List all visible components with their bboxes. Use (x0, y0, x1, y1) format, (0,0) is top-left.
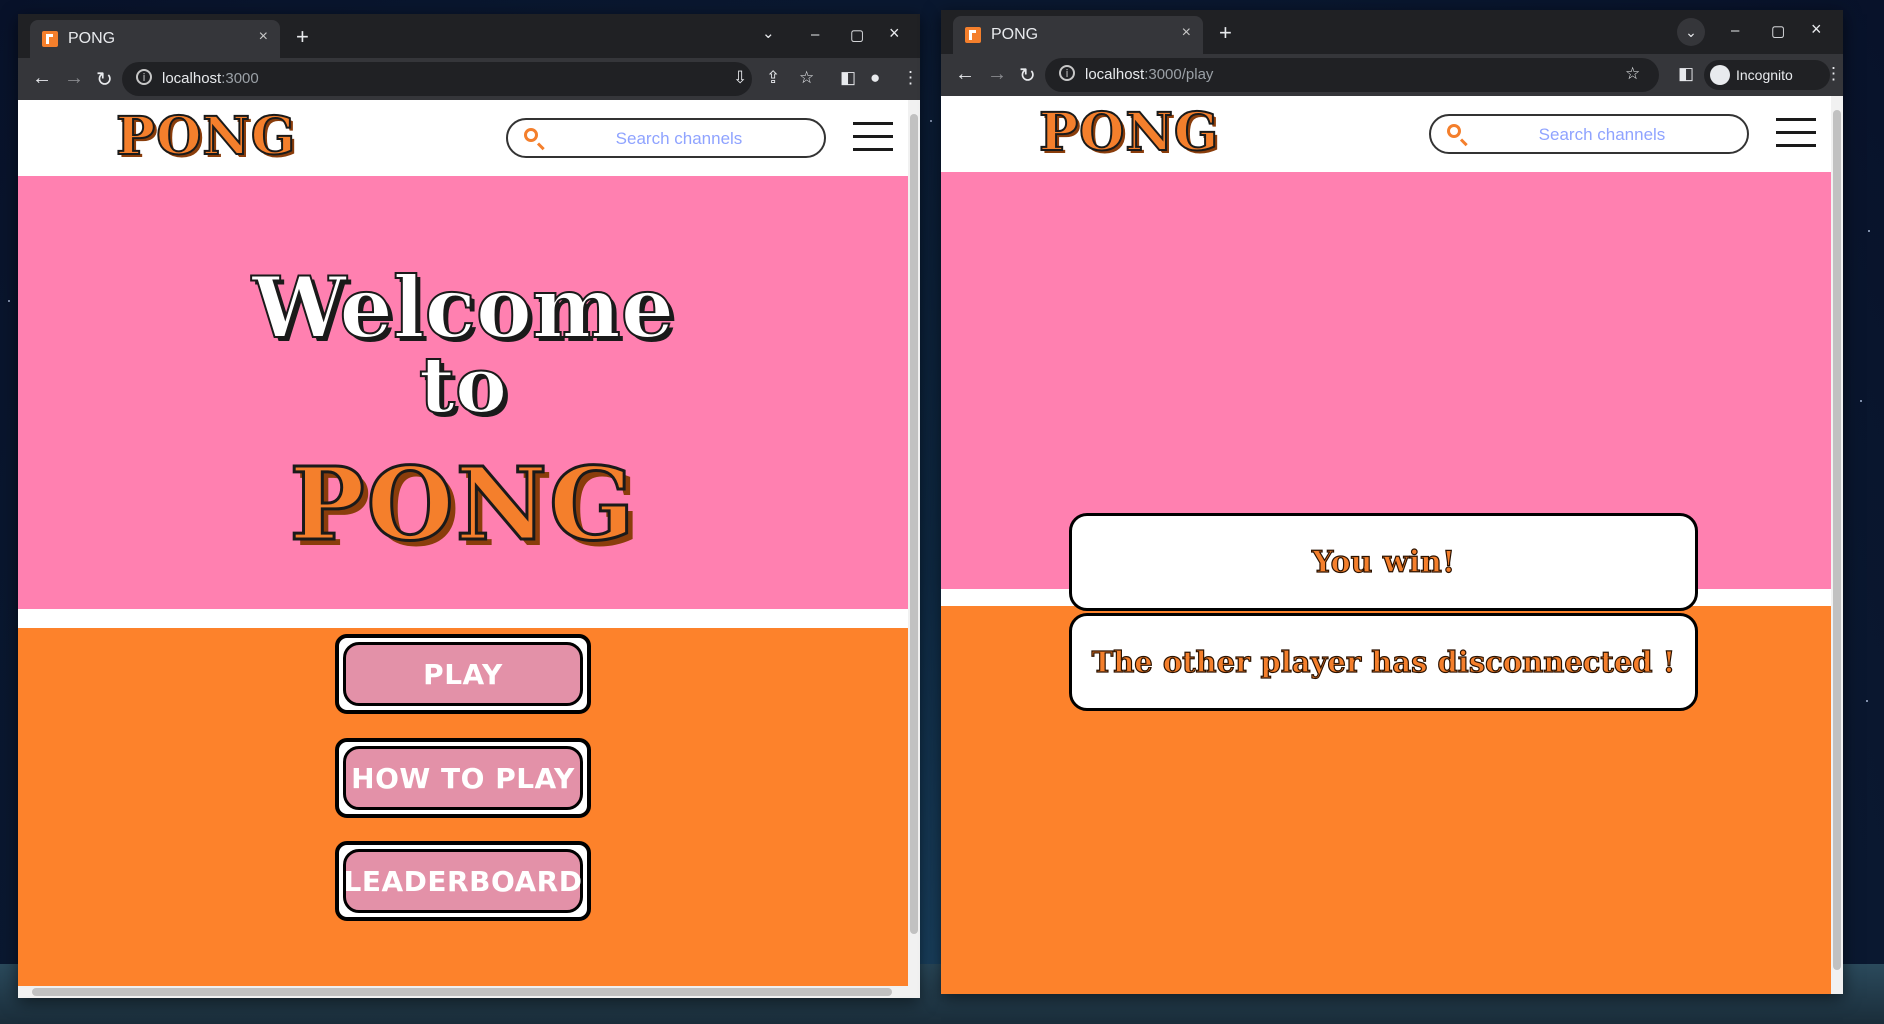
leaderboard-button-label: LEADERBOARD (343, 849, 583, 913)
tab-title: PONG (991, 26, 1039, 43)
new-tab-button[interactable]: + (296, 24, 309, 50)
info-icon[interactable]: i (1059, 65, 1075, 81)
back-arrow-icon[interactable]: ← (955, 63, 975, 86)
page-viewport: PONG Welcome to PONG PLAY HOW TO PLAY LE… (18, 100, 908, 998)
browser-window-left: PONG × + ⌄ – ▢ × ← → ↻ i localhost:3000 … (18, 14, 920, 998)
url-text: localhost:3000/play (1085, 66, 1214, 83)
search-icon (524, 128, 538, 142)
reload-icon[interactable]: ↻ (96, 67, 113, 92)
site-logo[interactable]: PONG (115, 105, 296, 168)
pong-favicon-icon (42, 31, 58, 47)
vertical-scrollbar[interactable] (1831, 96, 1843, 994)
search-input[interactable] (1475, 121, 1729, 149)
tab-list-icon[interactable]: ⌄ (762, 24, 775, 42)
address-bar[interactable]: i localhost:3000/play ☆ (1045, 58, 1659, 92)
leaderboard-button[interactable]: LEADERBOARD (335, 841, 591, 921)
back-arrow-icon[interactable]: ← (32, 67, 52, 90)
forward-arrow-icon[interactable]: → (987, 63, 1007, 86)
tab-close-icon[interactable]: × (1182, 24, 1191, 42)
kebab-menu-icon[interactable]: ⋮ (1825, 64, 1842, 84)
maximize-button[interactable]: ▢ (1771, 22, 1785, 40)
hero-welcome: Welcome (251, 258, 675, 357)
search-icon (1447, 124, 1461, 138)
tab-list-icon[interactable]: ⌄ (1677, 18, 1705, 46)
kebab-menu-icon[interactable]: ⋮ (902, 68, 919, 88)
search-box[interactable] (1429, 114, 1749, 154)
browser-toolbar: ← → ↻ i localhost:3000/play ☆ ◧ Incognit… (941, 54, 1843, 96)
page-viewport: PONG You win! The other player has disco… (941, 96, 1831, 994)
hamburger-menu-icon[interactable] (853, 122, 893, 152)
vertical-scrollbar[interactable] (908, 100, 920, 998)
result-banner: You win! (1069, 513, 1698, 611)
how-to-play-button[interactable]: HOW TO PLAY (335, 738, 591, 818)
maximize-button[interactable]: ▢ (850, 26, 864, 44)
hero-to: to (418, 340, 508, 431)
profile-icon[interactable]: ● (870, 68, 880, 88)
site-logo[interactable]: PONG (1038, 101, 1219, 164)
hero-section: Welcome to PONG (18, 176, 908, 609)
play-button[interactable]: PLAY (335, 634, 591, 714)
site-header: PONG (941, 96, 1831, 172)
pong-favicon-icon (965, 27, 981, 43)
share-icon[interactable]: ⇪ (766, 68, 780, 88)
close-window-button[interactable]: × (889, 23, 900, 44)
tab-title: PONG (68, 30, 116, 47)
tab-pong[interactable]: PONG × (953, 16, 1203, 54)
star-icon[interactable]: ☆ (1625, 64, 1640, 84)
tab-strip: PONG × + ⌄ – ▢ × (941, 10, 1843, 54)
browser-window-right: PONG × + ⌄ – ▢ × ← → ↻ i localhost:3000/… (941, 10, 1843, 994)
play-button-label: PLAY (343, 642, 583, 706)
tab-strip: PONG × + ⌄ – ▢ × (18, 14, 920, 58)
incognito-icon (1710, 65, 1730, 85)
new-tab-button[interactable]: + (1219, 20, 1232, 46)
how-to-play-button-label: HOW TO PLAY (343, 746, 583, 810)
incognito-indicator[interactable]: Incognito (1704, 60, 1830, 90)
side-panel-icon[interactable]: ◧ (840, 68, 856, 88)
forward-arrow-icon[interactable]: → (64, 67, 84, 90)
tab-close-icon[interactable]: × (259, 28, 268, 46)
hamburger-menu-icon[interactable] (1776, 118, 1816, 148)
minimize-button[interactable]: – (1731, 22, 1739, 39)
reload-icon[interactable]: ↻ (1019, 63, 1036, 88)
star-icon[interactable]: ☆ (799, 68, 814, 88)
disconnect-message: The other player has disconnected ! (1069, 613, 1698, 711)
tab-pong[interactable]: PONG × (30, 20, 280, 58)
close-window-button[interactable]: × (1811, 19, 1822, 40)
install-icon[interactable]: ⇩ (733, 68, 747, 88)
minimize-button[interactable]: – (811, 26, 819, 43)
search-input[interactable] (552, 125, 806, 153)
info-icon[interactable]: i (136, 69, 152, 85)
url-text: localhost:3000 (162, 70, 259, 87)
address-bar[interactable]: i localhost:3000 (122, 62, 752, 96)
horizontal-scrollbar[interactable] (18, 986, 908, 998)
hero-pong-title: PONG (288, 445, 637, 563)
side-panel-icon[interactable]: ◧ (1678, 64, 1694, 84)
incognito-label: Incognito (1736, 67, 1793, 83)
menu-section: PLAY HOW TO PLAY LEADERBOARD (18, 628, 908, 998)
site-header: PONG (18, 100, 908, 176)
browser-toolbar: ← → ↻ i localhost:3000 ⇩ ⇪ ☆ ◧ ● ⋮ (18, 58, 920, 100)
search-box[interactable] (506, 118, 826, 158)
